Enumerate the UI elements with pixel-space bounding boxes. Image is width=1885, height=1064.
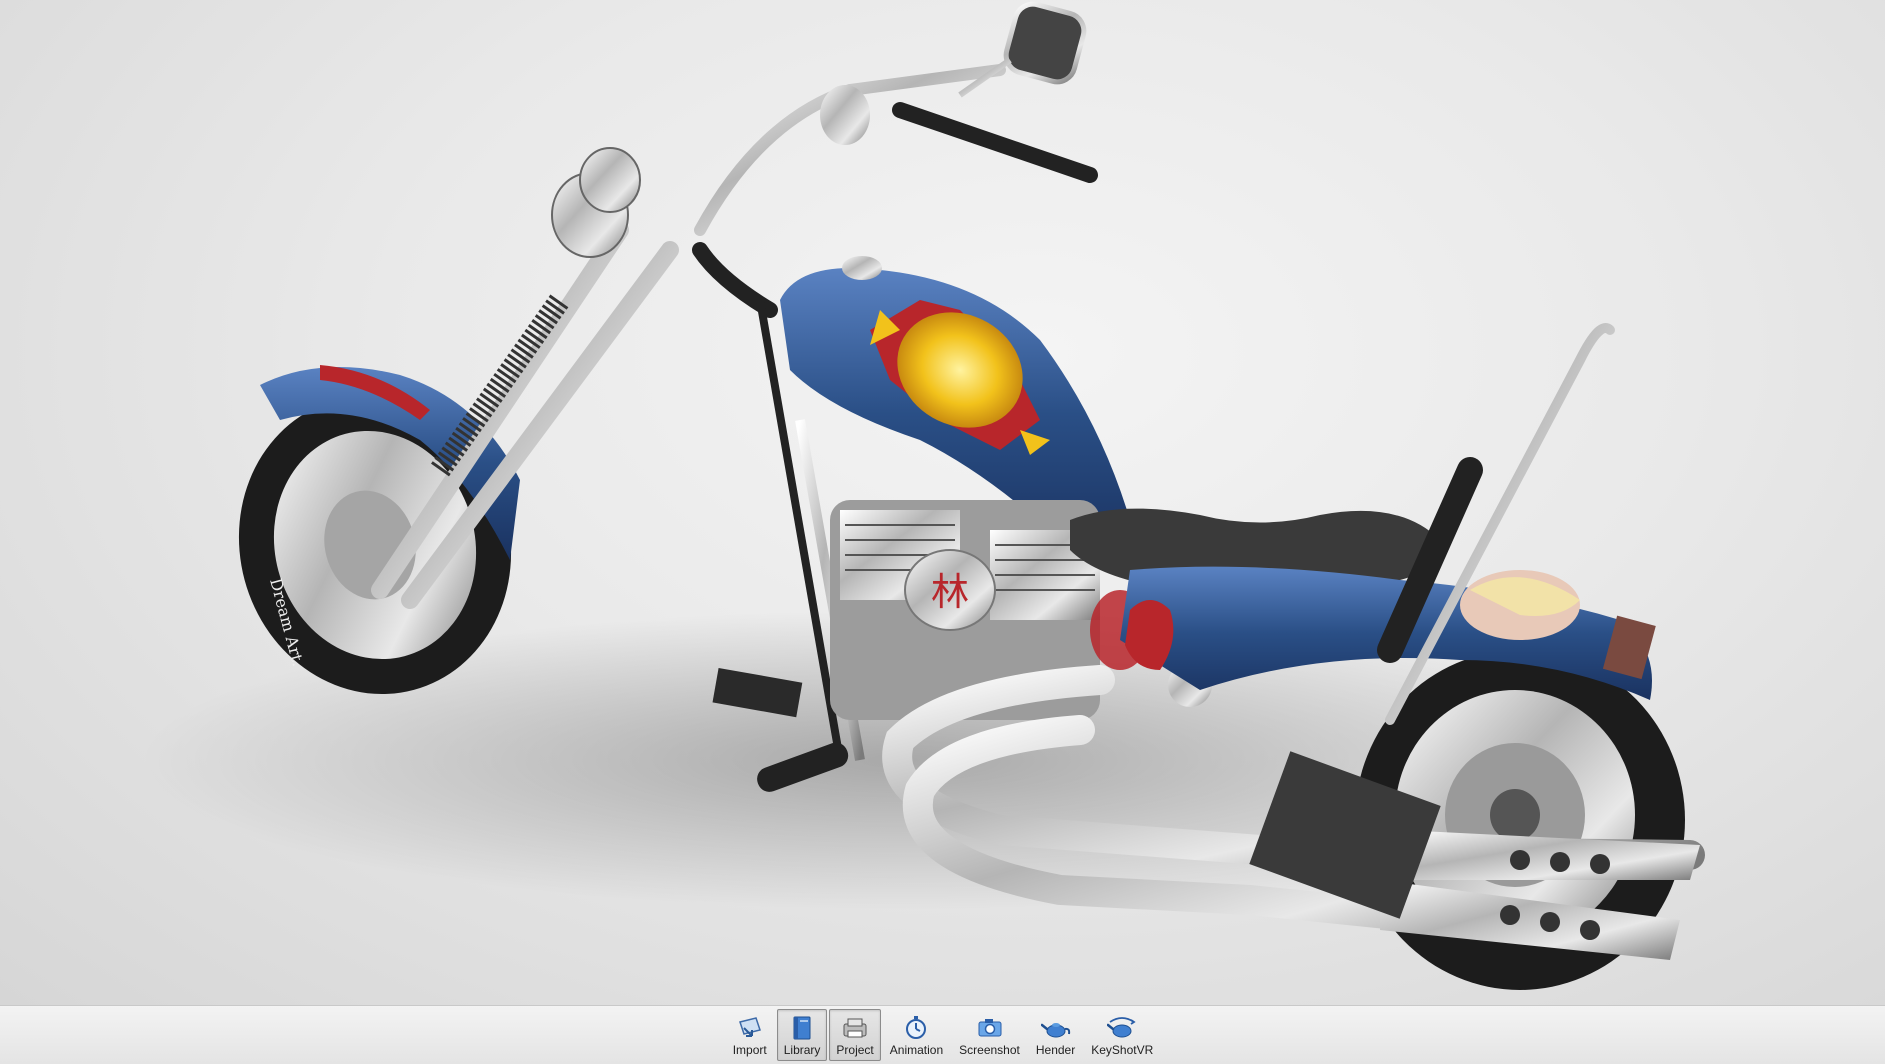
project-icon <box>840 1015 870 1041</box>
engine-emblem: 林 <box>931 570 969 614</box>
import-icon <box>735 1015 765 1041</box>
library-button[interactable]: Library <box>776 1009 828 1061</box>
screenshot-label: Screenshot <box>959 1043 1020 1057</box>
keyshotvr-label: KeyShotVR <box>1091 1043 1154 1057</box>
animation-button[interactable]: Animation <box>883 1009 950 1061</box>
screenshot-button[interactable]: Screenshot <box>952 1009 1027 1061</box>
animation-icon <box>901 1015 931 1041</box>
render-button[interactable]: Hender <box>1029 1009 1082 1061</box>
keyshotvr-icon <box>1107 1015 1137 1041</box>
import-label: Import <box>732 1043 767 1057</box>
project-button[interactable]: Project <box>829 1009 881 1061</box>
project-label: Project <box>836 1043 874 1057</box>
keyshotvr-button[interactable]: KeyShotVR <box>1084 1009 1160 1061</box>
render-teapot-icon <box>1040 1015 1071 1041</box>
library-icon <box>787 1015 817 1041</box>
motorcycle-render: Dream Art. 林 <box>140 1 1705 990</box>
handlebars <box>692 1 1098 318</box>
render-viewport[interactable]: Dream Art. 林 <box>0 0 1885 1005</box>
import-button[interactable]: Import <box>725 1009 775 1061</box>
library-label: Library <box>783 1043 821 1057</box>
animation-label: Animation <box>889 1043 944 1057</box>
screenshot-icon <box>975 1015 1005 1041</box>
bottom-toolbar: Import Library Project Animation Screens… <box>0 1005 1885 1064</box>
render-label: Hender <box>1035 1043 1076 1057</box>
